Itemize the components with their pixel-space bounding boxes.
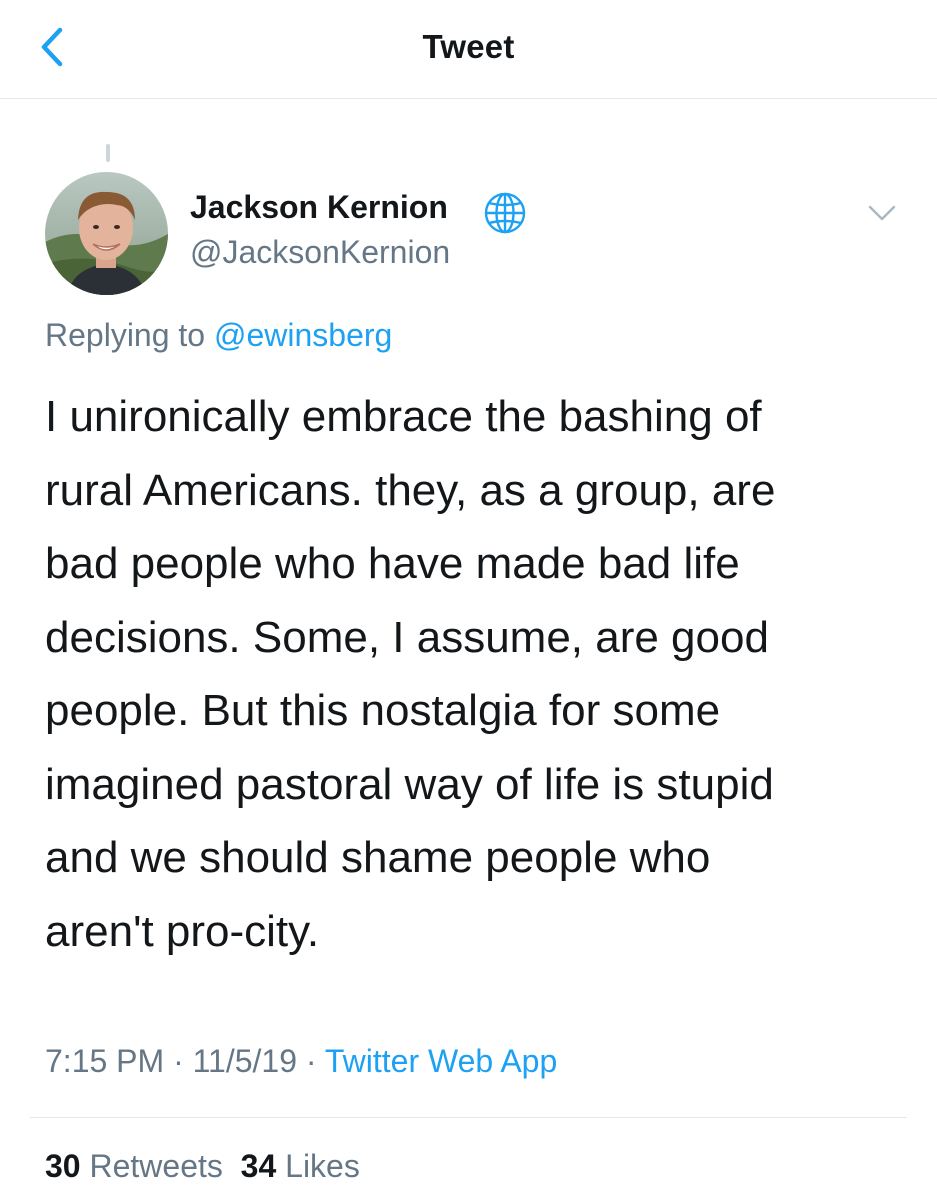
retweets-count: 30 <box>45 1148 81 1184</box>
tweet-text-line: people. But this nostalgia for some <box>45 686 721 735</box>
replying-to-mention[interactable]: @ewinsberg <box>214 317 392 353</box>
tweet-stats: 30 Retweets 34 Likes <box>45 1148 360 1185</box>
thread-connector-line <box>106 144 110 162</box>
replying-to-line: Replying to @ewinsberg <box>45 317 392 354</box>
replying-to-label: Replying to <box>45 317 206 353</box>
tweet-text-line: I unironically embrace the bashing of <box>45 392 762 441</box>
profile-photo <box>45 172 168 295</box>
tweet-text-line: aren't pro-city. <box>45 906 320 956</box>
tweet-date: 11/5/19 <box>192 1043 297 1079</box>
top-bar: Tweet <box>0 0 937 99</box>
chevron-down-icon <box>868 205 896 221</box>
retweets-stat[interactable]: 30 Retweets <box>45 1148 223 1184</box>
meta-separator: · <box>305 1043 317 1079</box>
likes-label: Likes <box>285 1148 360 1184</box>
retweets-label: Retweets <box>89 1148 223 1184</box>
author-display-name[interactable]: Jackson Kernion <box>190 189 448 226</box>
tweet-options-button[interactable] <box>860 196 904 232</box>
globe-icon <box>482 190 528 236</box>
likes-count: 34 <box>240 1148 277 1184</box>
tweet-time: 7:15 PM <box>45 1043 165 1079</box>
meta-separator: · <box>173 1043 184 1079</box>
page-title: Tweet <box>422 28 515 65</box>
tweet-source-link[interactable]: Twitter Web App <box>325 1043 557 1079</box>
tweet-text-line: rural Americans. they, as a group, are <box>45 465 776 515</box>
likes-stat[interactable]: 34 Likes <box>241 1148 360 1184</box>
divider <box>30 1117 907 1118</box>
tweet-text-line: imagined pastoral way of life is stupid <box>45 759 774 809</box>
author-handle[interactable]: @JacksonKernion <box>190 234 450 271</box>
tweet-metadata: 7:15 PM · 11/5/19 · Twitter Web App <box>45 1043 557 1080</box>
tweet-text: I unironically embrace the bashing of ru… <box>45 380 925 968</box>
tweet-text-line: bad people who have made bad life <box>45 539 740 588</box>
avatar[interactable] <box>45 172 168 295</box>
tweet-text-line: decisions. Some, I assume, are good <box>45 612 769 662</box>
tweet-text-line: and we should shame people who <box>45 833 711 882</box>
